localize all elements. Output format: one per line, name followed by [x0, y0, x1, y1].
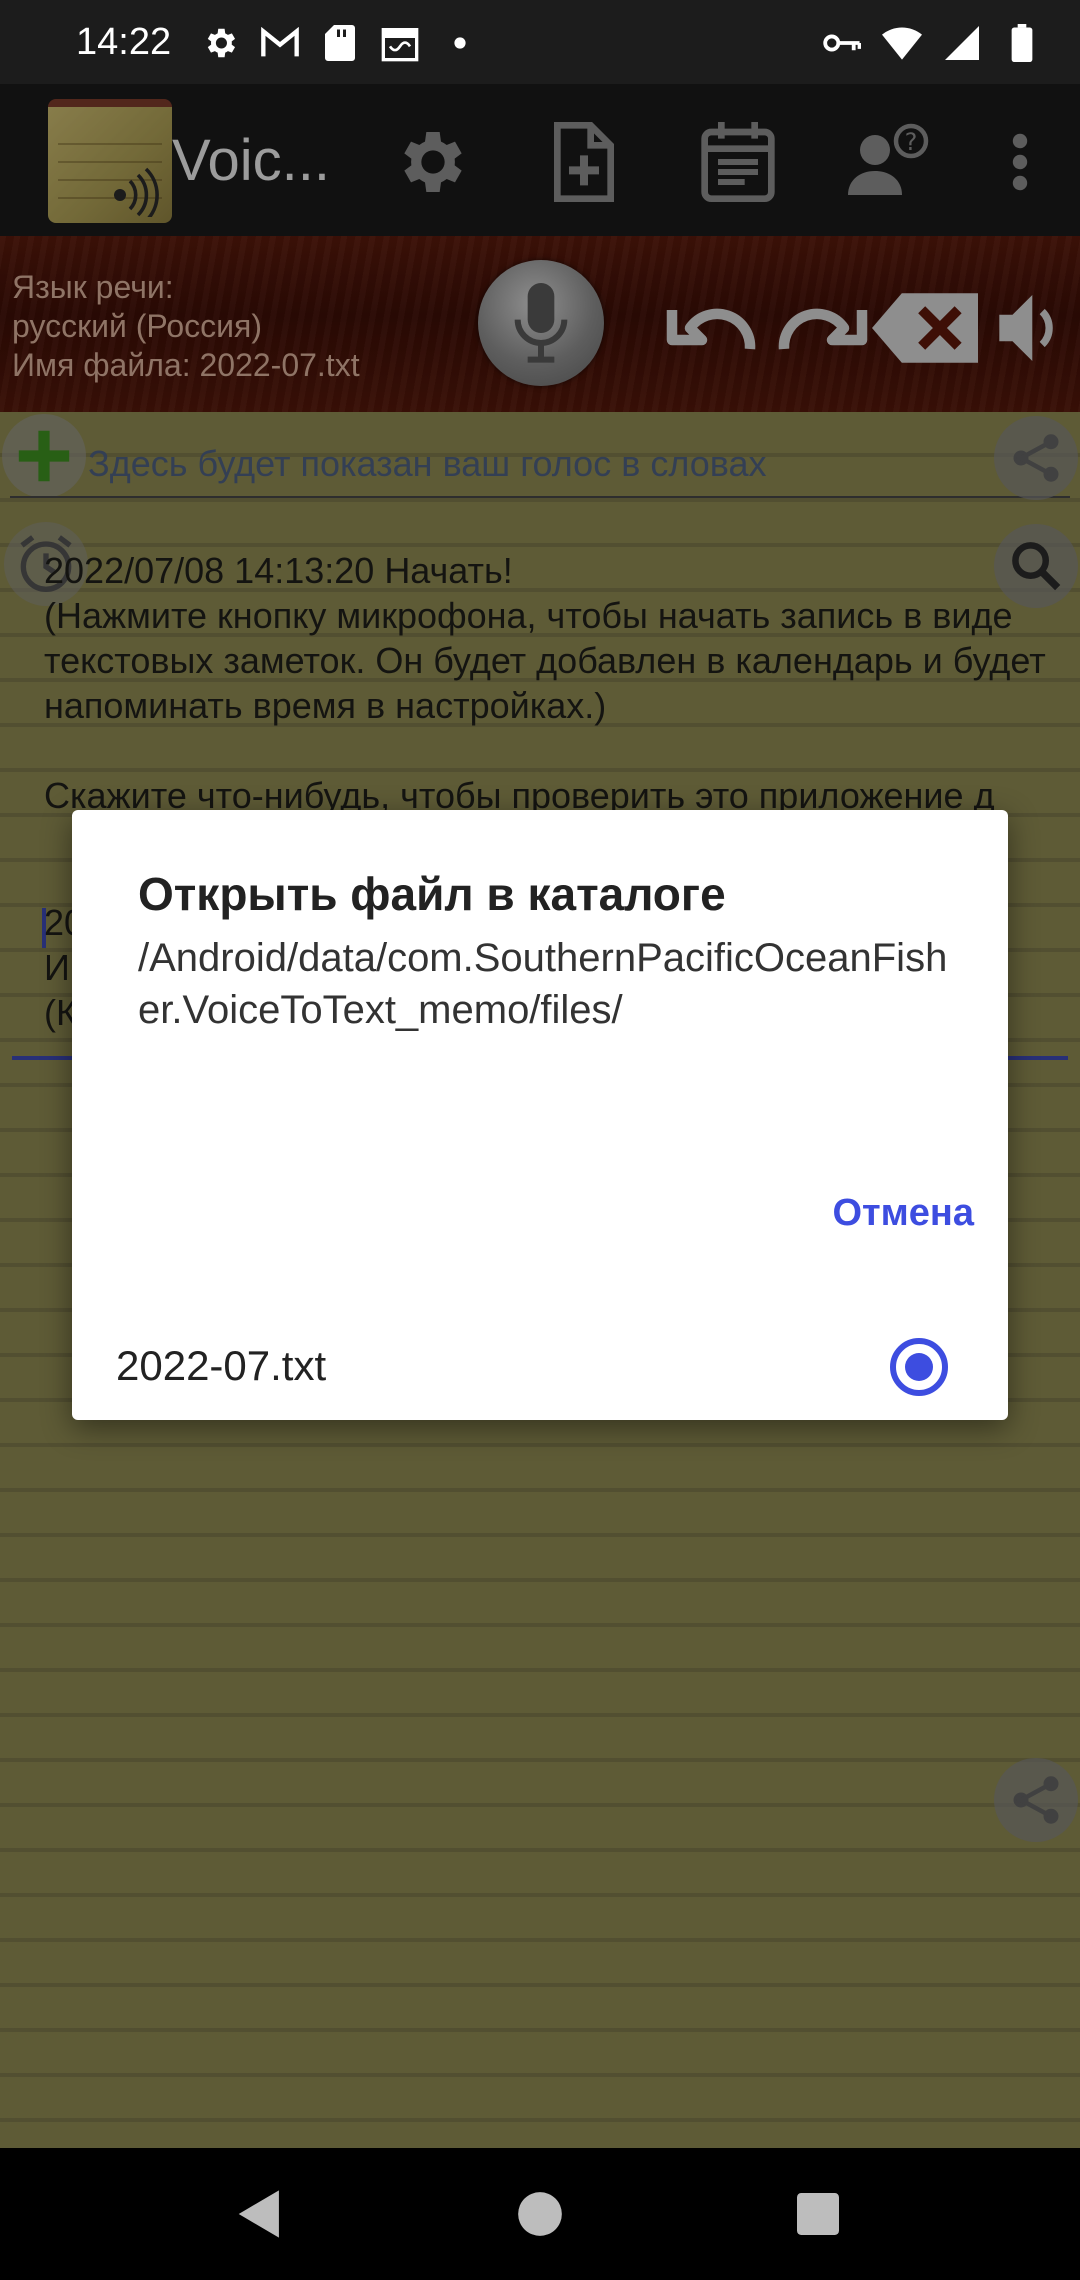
open-file-dialog: Открыть файл в каталоге /Android/data/co…	[72, 810, 1008, 1420]
redo-button[interactable]	[770, 292, 870, 364]
undo-icon	[666, 308, 756, 350]
volume-icon	[999, 295, 1053, 361]
back-button[interactable]	[220, 2174, 300, 2254]
system-icons	[822, 22, 1042, 64]
cancel-button[interactable]: Отмена	[833, 1190, 975, 1236]
microphone-icon	[514, 283, 568, 363]
recents-square-icon	[797, 2193, 839, 2235]
system-nav-bar	[0, 2148, 1080, 2280]
battery-icon	[1002, 23, 1042, 63]
back-triangle-icon	[238, 2190, 279, 2238]
speech-language-value: русский (Россия)	[12, 308, 262, 344]
home-circle-icon	[518, 2192, 562, 2236]
backspace-icon	[872, 293, 978, 363]
microphone-button[interactable]	[478, 260, 604, 386]
dialog-title: Открыть файл в каталоге	[138, 868, 726, 920]
file-name-label: Имя файла: 2022-07.txt	[12, 347, 360, 383]
file-name: 2022-07.txt	[116, 1342, 327, 1389]
sd-card-icon	[320, 23, 360, 63]
settings-icon	[200, 23, 240, 63]
file-radio-selected[interactable]	[890, 1338, 948, 1396]
dot-icon	[440, 23, 480, 63]
file-list-item[interactable]: 2022-07.txt	[72, 1310, 1008, 1420]
calendar-icon	[380, 23, 420, 63]
clear-button[interactable]	[872, 292, 978, 364]
dialog-directory-path: /Android/data/com.SouthernPacificOceanFi…	[138, 936, 948, 1032]
speech-language-label: Язык речи:	[12, 269, 174, 305]
wifi-icon	[882, 23, 922, 63]
recents-button[interactable]	[778, 2174, 858, 2254]
signal-icon	[942, 23, 982, 63]
volume-button[interactable]	[994, 292, 1064, 364]
gmail-icon	[260, 23, 300, 63]
recording-info: Язык речи: русский (Россия) Имя файла: 2…	[12, 268, 360, 385]
status-time: 14:22	[76, 21, 172, 63]
vpn-key-icon	[822, 23, 862, 63]
redo-icon	[778, 308, 868, 350]
undo-button[interactable]	[664, 292, 764, 364]
home-button[interactable]	[500, 2174, 580, 2254]
status-bar: 14:22	[0, 0, 1080, 84]
notification-icons	[200, 22, 480, 64]
